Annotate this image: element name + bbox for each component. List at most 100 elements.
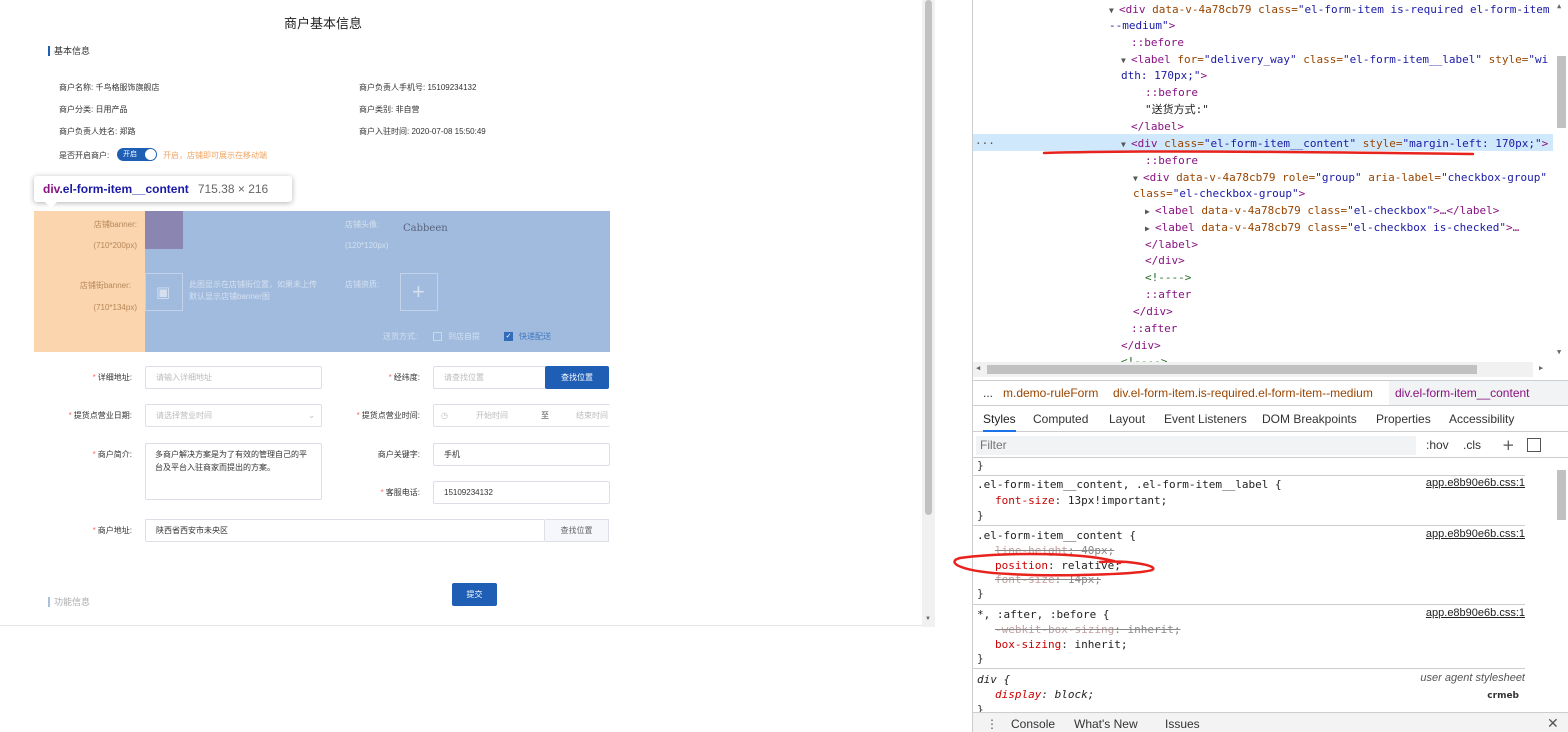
dom-node-checkbox-group[interactable]: ▼ <div data-v-4a78cb79 role="group" aria-…: [1133, 169, 1547, 186]
scroll-up-arrow-icon[interactable]: ▲: [1557, 2, 1561, 10]
rule-2-decl-position[interactable]: position: relative;: [995, 558, 1121, 573]
rule-1-selector[interactable]: .el-form-item__content, .el-form-item__l…: [977, 477, 1282, 492]
dom-close-div-1[interactable]: </div>: [1145, 252, 1185, 269]
dom-comment-2[interactable]: <!---->: [1121, 353, 1167, 362]
keyword-label: 商户关键字:: [377, 450, 420, 459]
delivery-label: 送货方式:: [383, 332, 418, 341]
dom-pseudo-after-2[interactable]: ::after: [1131, 320, 1177, 337]
dom-pseudo-before-2[interactable]: ::before: [1145, 84, 1198, 101]
dom-text-node[interactable]: "送货方式:": [1145, 101, 1209, 118]
hover-state-toggle[interactable]: :hov: [1426, 433, 1449, 458]
rule-1-source[interactable]: app.e8b90e6b.css:1: [1426, 477, 1525, 489]
street-banner-label: 店铺街banner:: [79, 281, 131, 290]
dom-hscroll-thumb[interactable]: [987, 365, 1477, 374]
drawer-menu-icon[interactable]: ⋮: [986, 713, 998, 732]
tab-layout[interactable]: Layout: [1109, 406, 1145, 432]
dom-pseudo-before-1[interactable]: ::before: [1131, 34, 1184, 51]
breadcrumb-form[interactable]: m.demo-ruleForm: [1003, 381, 1098, 405]
sidebar-toggle-icon[interactable]: [1527, 438, 1541, 452]
dom-vscroll-thumb[interactable]: [1557, 56, 1566, 128]
biz-date-select[interactable]: 请选择营业时间 ⌄: [145, 404, 322, 427]
merchant-type: 商户类别: 非自营: [359, 104, 419, 115]
banner-thumbnail[interactable]: [145, 211, 183, 249]
dom-more-icon[interactable]: ···: [975, 135, 995, 152]
dom-close-div-3[interactable]: </div>: [1121, 337, 1161, 354]
switch-state: 开启: [123, 151, 137, 158]
scroll-left-arrow-icon[interactable]: ◀: [976, 364, 980, 372]
rule-3-selector[interactable]: *, :after, :before {: [977, 607, 1109, 622]
coord-input[interactable]: 请查找位置: [433, 366, 546, 389]
breadcrumb-ellipsis[interactable]: ...: [983, 381, 993, 405]
qualification-upload[interactable]: +: [400, 273, 438, 311]
tab-computed[interactable]: Computed: [1033, 406, 1088, 432]
dom-comment-1[interactable]: <!---->: [1145, 269, 1191, 286]
dom-node-checkbox-2[interactable]: ▶ <label data-v-4a78cb79 class="el-checkb…: [1145, 219, 1519, 236]
styles-vscroll-thumb[interactable]: [1557, 470, 1566, 520]
merchant-join-value: 2020-07-08 15:50:49: [411, 127, 486, 136]
rule-2-source[interactable]: app.e8b90e6b.css:1: [1426, 528, 1525, 540]
address-input[interactable]: 请输入详细地址: [145, 366, 322, 389]
scroll-down-arrow-icon-2[interactable]: ▼: [1557, 348, 1561, 356]
tab-dom-breakpoints[interactable]: DOM Breakpoints: [1262, 406, 1357, 432]
breadcrumb-content[interactable]: div.el-form-item__content: [1389, 381, 1568, 405]
keyword-input[interactable]: 手机: [433, 443, 610, 466]
drawer-tab-whats-new[interactable]: What's New: [1074, 713, 1138, 732]
dom-pseudo-before-3[interactable]: ::before: [1145, 152, 1198, 169]
scroll-down-arrow-icon[interactable]: ▼: [925, 616, 931, 622]
dom-node-form-item[interactable]: ▼ <div data-v-4a78cb79 class="el-form-ite…: [1109, 1, 1550, 18]
crmeb-watermark: crmeb: [1487, 691, 1519, 701]
find-location-button[interactable]: 查找位置: [545, 366, 609, 389]
drawer-tab-issues[interactable]: Issues: [1165, 713, 1200, 732]
street-banner-upload[interactable]: ▣: [145, 273, 183, 311]
scroll-right-arrow-icon[interactable]: ▶: [1539, 364, 1543, 372]
styles-filter-input[interactable]: [976, 436, 1416, 455]
page-scrollbar[interactable]: ▼: [922, 0, 935, 627]
tab-accessibility[interactable]: Accessibility: [1449, 406, 1514, 432]
camera-icon: ▣: [156, 284, 171, 301]
tab-properties[interactable]: Properties: [1376, 406, 1431, 432]
close-icon[interactable]: ✕: [1547, 713, 1559, 732]
dom-pseudo-after-1[interactable]: ::after: [1145, 286, 1191, 303]
merchant-page: 商户基本信息 基本信息 商户名称: 千鸟格服饰旗舰店 商户分类: 日用产品 商户…: [0, 0, 922, 626]
delivery-pickup-checkbox[interactable]: [433, 332, 442, 341]
dom-node-label[interactable]: ▼ <label for="delivery_way" class="el-for…: [1121, 51, 1548, 68]
dom-node-form-item-content[interactable]: ▼ <div class="el-form-item__content" styl…: [1121, 135, 1548, 152]
styles-vertical-scrollbar[interactable]: [1553, 460, 1568, 710]
rule-3-source[interactable]: app.e8b90e6b.css:1: [1426, 607, 1525, 619]
dom-line-wrap-3: class="el-checkbox-group">: [1133, 187, 1306, 200]
rule-prev-end: }: [973, 458, 1525, 476]
rule-1-decl[interactable]: font-size: 13px!important;: [995, 493, 1167, 508]
find-location-button-2[interactable]: 查找位置: [545, 519, 609, 542]
dom-label-close[interactable]: </label>: [1131, 118, 1184, 135]
rule-4-decl-display[interactable]: display: block;: [995, 687, 1094, 702]
highlight-content-area: ▣ 此图显示在店铺街位置，如果未上传 默认显示店铺banner图 店铺头像: (…: [145, 211, 610, 352]
rule-2-decl-line-height[interactable]: line-height: 40px;: [995, 543, 1114, 558]
range-separator: 至: [541, 411, 549, 420]
address-label: * 详细地址:: [92, 373, 132, 382]
rule-3-decl-box-sizing[interactable]: box-sizing: inherit;: [995, 637, 1127, 652]
class-toggle[interactable]: .cls: [1463, 433, 1481, 458]
intro-textarea[interactable]: 多商户解决方案是为了有效的管理自己的平台及平台入驻商家而提出的方案。: [145, 443, 322, 500]
page-scroll-thumb[interactable]: [925, 0, 932, 515]
dom-node-checkbox-1[interactable]: ▶ <label data-v-4a78cb79 class="el-checkb…: [1145, 202, 1499, 219]
rule-2-selector[interactable]: .el-form-item__content {: [977, 528, 1136, 543]
dom-close-div-2[interactable]: </div>: [1133, 303, 1173, 320]
dom-horizontal-scrollbar[interactable]: ◀ ▶: [973, 362, 1543, 377]
tab-styles[interactable]: Styles: [983, 406, 1016, 432]
rule-2-decl-font-size[interactable]: font-size: 14px;: [995, 572, 1101, 587]
dom-close-label[interactable]: </label>: [1145, 236, 1198, 253]
merchant-enable-switch[interactable]: 开启: [117, 148, 157, 161]
drawer-tab-console[interactable]: Console: [1011, 713, 1055, 732]
submit-button[interactable]: 提交: [452, 583, 497, 606]
dom-vertical-scrollbar[interactable]: ▲ ▼: [1553, 0, 1568, 360]
avatar-thumbnail[interactable]: Cabbeen: [400, 211, 448, 249]
breadcrumb-form-item[interactable]: div.el-form-item.is-required.el-form-ite…: [1113, 381, 1373, 405]
rule-4-selector[interactable]: div {: [977, 672, 1010, 687]
tab-event-listeners[interactable]: Event Listeners: [1164, 406, 1247, 432]
merchant-address-input[interactable]: 陕西省西安市未央区: [145, 519, 545, 542]
biz-time-range[interactable]: ◷ 开始时间 至 结束时间: [433, 404, 610, 427]
rule-3-decl-webkit[interactable]: -webkit-box-sizing: inherit;: [995, 622, 1180, 637]
service-phone-input[interactable]: 15109234132: [433, 481, 610, 504]
new-rule-plus-icon[interactable]: +: [1502, 433, 1515, 458]
delivery-express-checkbox[interactable]: ✓: [504, 332, 513, 341]
